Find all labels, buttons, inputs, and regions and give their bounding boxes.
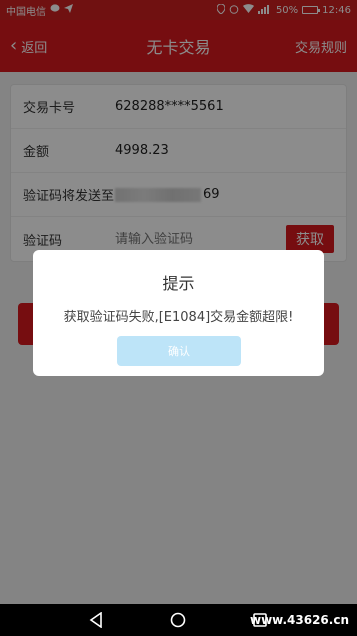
system-nav-bar: www.43626.cn: [0, 604, 357, 636]
dialog-title: 提示: [162, 274, 195, 293]
dialog-message: 获取验证码失败,[E1084]交易金额超限!: [63, 310, 294, 325]
nav-back-icon[interactable]: [84, 604, 108, 636]
confirm-button[interactable]: 确认: [117, 336, 241, 366]
site-watermark: www.43626.cn: [249, 613, 349, 627]
nav-home-icon[interactable]: [166, 604, 190, 636]
alert-dialog: 提示 获取验证码失败,[E1084]交易金额超限! 确认: [33, 250, 324, 376]
